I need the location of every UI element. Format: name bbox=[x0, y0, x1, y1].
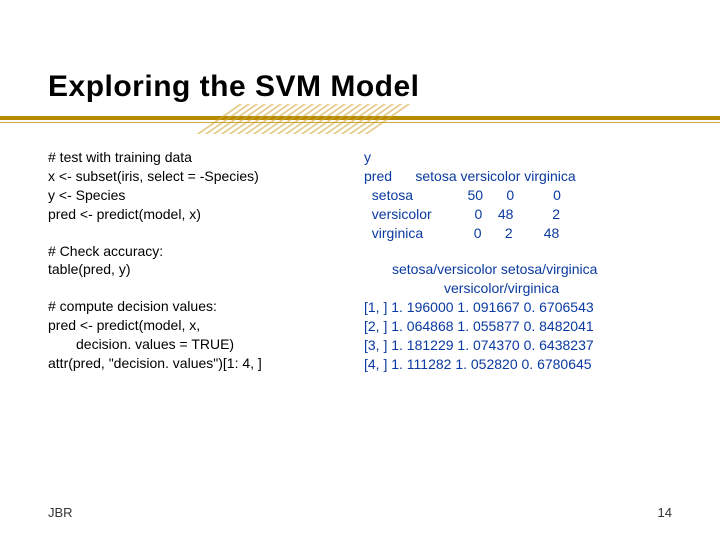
code-block-3: # compute decision values: pred <- predi… bbox=[48, 297, 346, 373]
confusion-matrix: y pred setosa versicolor virginica setos… bbox=[364, 148, 672, 242]
code-line: attr(pred, "decision. values")[1: 4, ] bbox=[48, 354, 346, 373]
code-line: pred <- predict(model, x) bbox=[48, 205, 346, 224]
output-header: setosa/versicolor setosa/virginica bbox=[364, 260, 672, 279]
footer-left: JBR bbox=[48, 505, 73, 520]
footer-page-number: 14 bbox=[658, 505, 672, 520]
code-block-1: # test with training data x <- subset(ir… bbox=[48, 148, 346, 224]
code-line: y <- Species bbox=[48, 186, 346, 205]
code-line: x <- subset(iris, select = -Species) bbox=[48, 167, 346, 186]
code-line: pred <- predict(model, x, bbox=[48, 316, 346, 335]
decorative-rule bbox=[48, 110, 672, 134]
output-line: [3, ] 1. 181229 1. 074370 0. 6438237 bbox=[364, 336, 672, 355]
output-column: y pred setosa versicolor virginica setos… bbox=[364, 148, 672, 392]
code-block-2: # Check accuracy: table(pred, y) bbox=[48, 242, 346, 280]
slide-footer: JBR 14 bbox=[48, 505, 672, 520]
code-line: # Check accuracy: bbox=[48, 242, 346, 261]
output-line: [4, ] 1. 111282 1. 052820 0. 6780645 bbox=[364, 355, 672, 374]
slide: Exploring the SVM Model # test with trai… bbox=[0, 0, 720, 540]
slide-title: Exploring the SVM Model bbox=[48, 70, 672, 104]
code-line: table(pred, y) bbox=[48, 260, 346, 279]
code-line: decision. values = TRUE) bbox=[48, 335, 346, 354]
output-line: [2, ] 1. 064868 1. 055877 0. 8482041 bbox=[364, 317, 672, 336]
output-line: [1, ] 1. 196000 1. 091667 0. 6706543 bbox=[364, 298, 672, 317]
decision-values: setosa/versicolor setosa/virginica versi… bbox=[364, 260, 672, 373]
code-line: # compute decision values: bbox=[48, 297, 346, 316]
content-columns: # test with training data x <- subset(ir… bbox=[48, 148, 672, 392]
output-header: versicolor/virginica bbox=[364, 279, 672, 298]
code-line: # test with training data bbox=[48, 148, 346, 167]
code-column: # test with training data x <- subset(ir… bbox=[48, 148, 346, 392]
